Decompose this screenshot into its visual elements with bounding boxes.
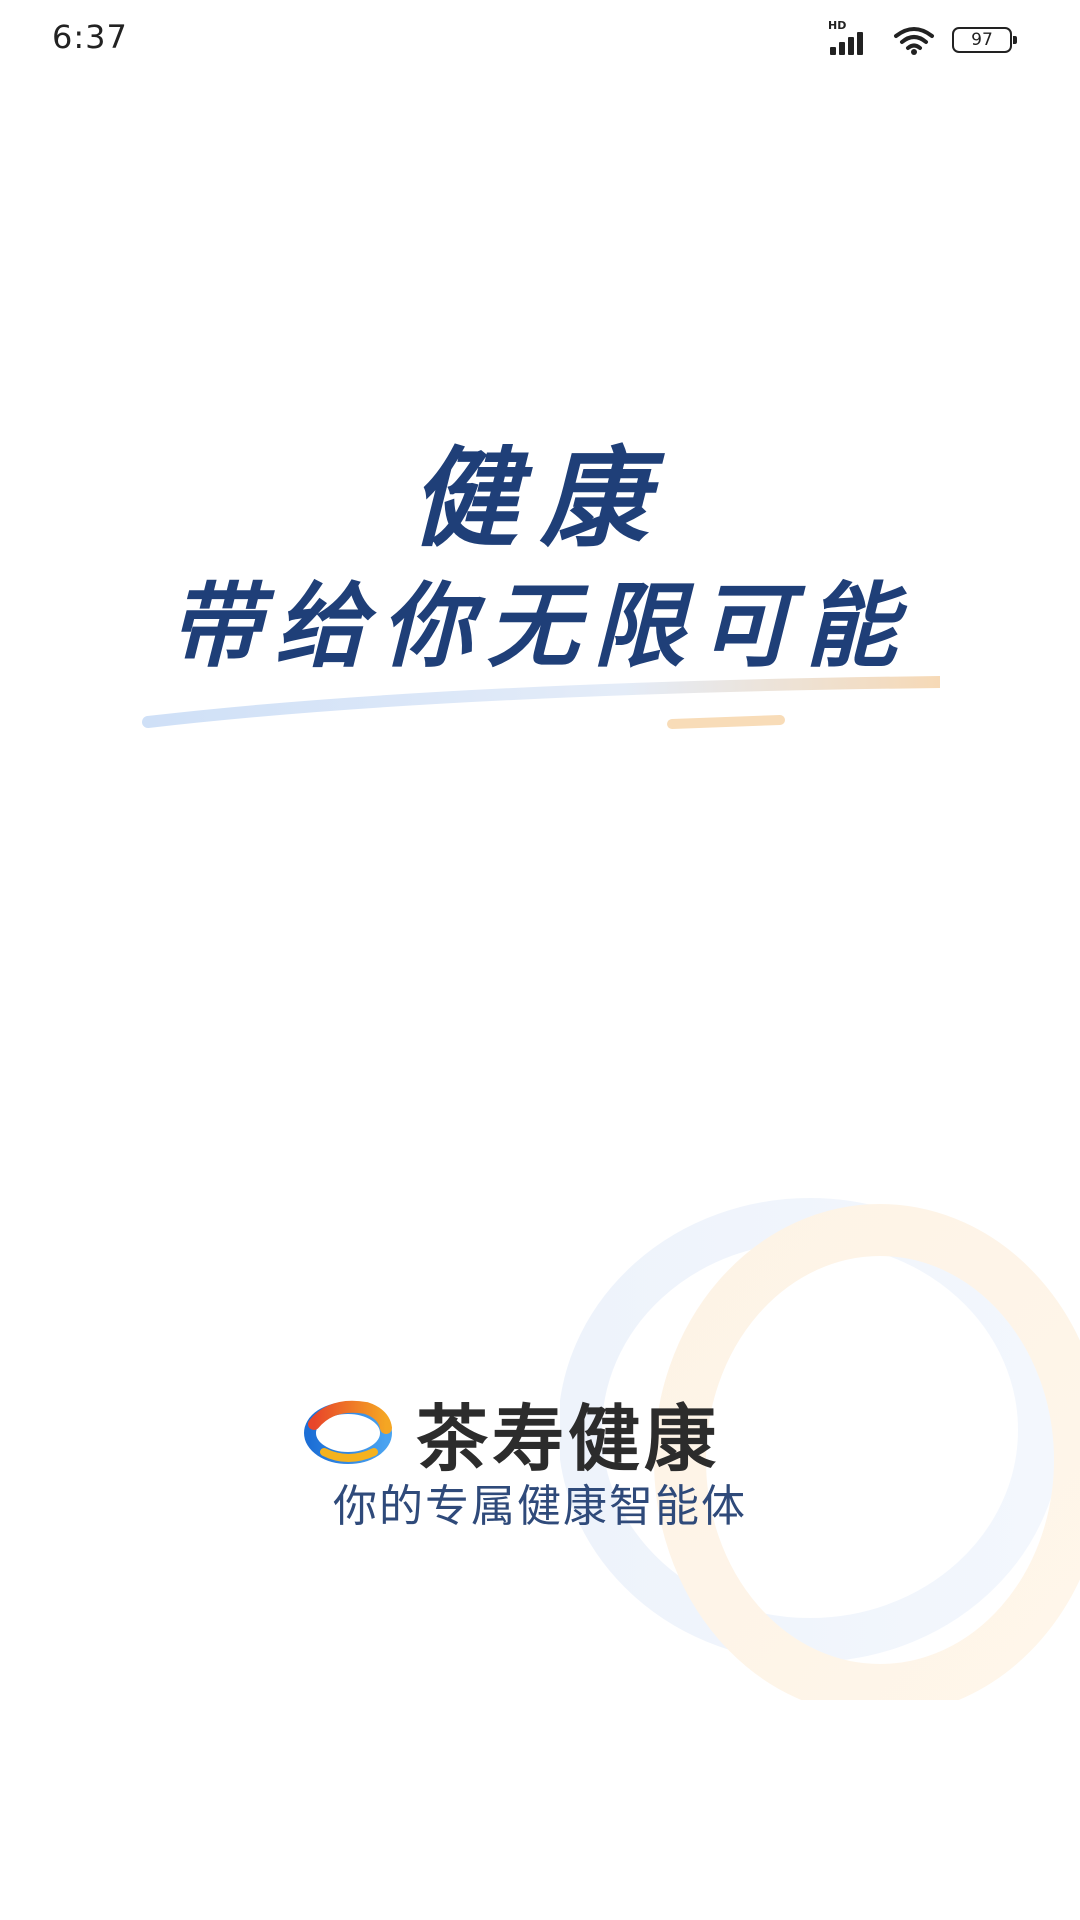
- wifi-icon: [894, 27, 934, 55]
- slogan-headline: 健康: [409, 436, 670, 562]
- status-icons: HD 97: [828, 19, 1017, 56]
- slogan-subline: 带给你无限可能: [168, 572, 911, 680]
- splash-screen: 6:37 HD 97 健康 带给你无限可能 茶寿健康 你的专属健康智能体: [0, 0, 1080, 1920]
- signal-icon: HD: [828, 19, 876, 55]
- battery-icon: 97: [952, 27, 1017, 53]
- status-time: 6:37: [52, 18, 128, 56]
- brand-logo-icon: [304, 1400, 392, 1464]
- network-label: HD: [828, 19, 847, 32]
- status-bar: 6:37 HD 97: [0, 0, 1080, 80]
- brush-stroke-decoration: [142, 676, 940, 729]
- brand-tagline: 你的专属健康智能体: [333, 1481, 747, 1532]
- battery-level: 97: [971, 30, 993, 50]
